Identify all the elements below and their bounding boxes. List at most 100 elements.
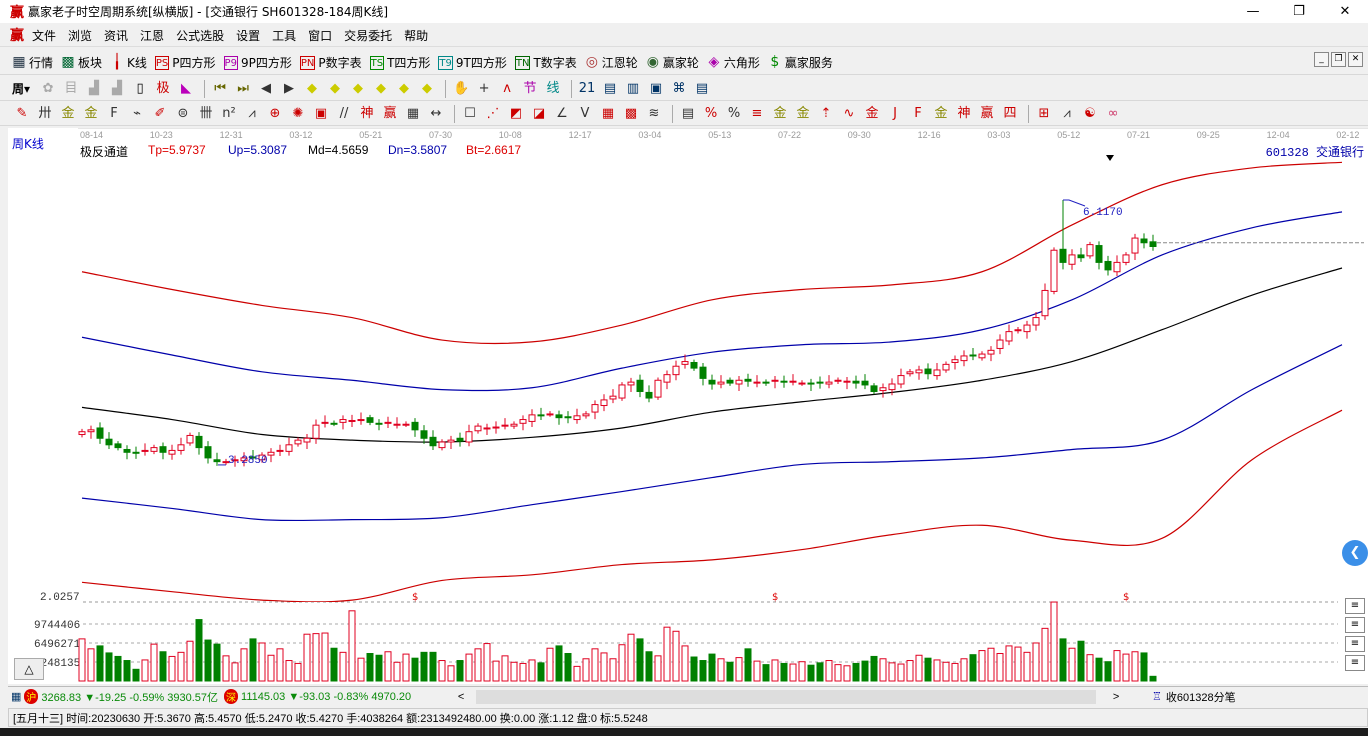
vertical-icon[interactable]: ◆ [417, 79, 437, 99]
scroll-left-button[interactable]: < [446, 691, 476, 703]
gold-angle-icon[interactable]: 金 [931, 104, 951, 124]
scroll-right-button[interactable]: > [1096, 691, 1136, 703]
grid-yellow-icon[interactable]: ⊞ [1034, 104, 1054, 124]
spiral-icon[interactable]: ⌁ [127, 104, 147, 124]
strokes-icon[interactable]: 线 [543, 79, 563, 99]
grid3-icon[interactable]: ▩ [621, 104, 641, 124]
toolbar-button-1[interactable]: ▩ 板块 [61, 54, 102, 71]
target-icon[interactable]: ⊕ [265, 104, 285, 124]
first-icon[interactable]: ⏮ [210, 79, 230, 99]
percent-lines-icon[interactable]: ≡ [747, 104, 767, 124]
fan-box-icon[interactable]: ◩ [506, 104, 526, 124]
expand-side-panel-button[interactable]: ❮ [1342, 540, 1368, 566]
formula-icon[interactable]: ✿ [38, 79, 58, 99]
zoom-out-icon[interactable]: ◆ [371, 79, 391, 99]
percent-fan-icon[interactable]: % [701, 104, 721, 124]
parallel-icon[interactable]: ≋ [644, 104, 664, 124]
color-fan-icon[interactable]: ◣ [176, 79, 196, 99]
gold-box-icon[interactable]: 金 [862, 104, 882, 124]
chart3-icon[interactable]: ▟ [84, 79, 104, 99]
burst-icon[interactable]: ✺ [288, 104, 308, 124]
grid-icon[interactable]: ▦ [403, 104, 423, 124]
yinyang-icon[interactable]: ☯ [1080, 104, 1100, 124]
chart9-icon[interactable]: ▟ [107, 79, 127, 99]
node-icon[interactable]: 节 [520, 79, 540, 99]
menu-5[interactable]: 设置 [230, 27, 266, 44]
f-angle-icon[interactable]: F [908, 104, 928, 124]
bars-icon[interactable]: 卌 [196, 104, 216, 124]
span-icon[interactable]: ↔ [426, 104, 446, 124]
report-icon[interactable]: ▥ [623, 79, 643, 99]
close-button[interactable]: ✕ [1322, 0, 1368, 23]
horizontal-scrollbar[interactable] [476, 689, 1097, 704]
tick-detail-label[interactable]: 收601328分笔 [1166, 689, 1236, 705]
chart-area[interactable]: 08-14 10-23 12-31 03-12 05-21 07-30 10-08 12-17… [8, 127, 1368, 684]
box-icon[interactable]: ▣ [311, 104, 331, 124]
save-icon[interactable]: ▣ [646, 79, 666, 99]
quote-list-icon[interactable]: ▦ [11, 690, 21, 703]
next-icon[interactable]: ▶ [279, 79, 299, 99]
sh-index[interactable]: 3268.83 ▼-19.25 -0.59% 3930.57亿 [41, 689, 218, 705]
v-icon[interactable]: V [575, 104, 595, 124]
circle-icon[interactable]: ⊜ [173, 104, 193, 124]
menu-7[interactable]: 窗口 [302, 27, 338, 44]
last-icon[interactable]: ⏭ [233, 79, 253, 99]
calendar-icon[interactable]: 21 [577, 79, 597, 99]
gold1-icon[interactable]: 金 [58, 104, 78, 124]
toolbar-button-3[interactable]: PS P四方形 [154, 54, 216, 71]
toolbar-button-9[interactable]: ◎ 江恩轮 [585, 54, 638, 71]
minimize-button[interactable]: — [1230, 0, 1276, 23]
grid2-icon[interactable]: ▦ [598, 104, 618, 124]
table-icon[interactable]: ▤ [678, 104, 698, 124]
shen-angle-icon[interactable]: 神 [954, 104, 974, 124]
four-angle-icon[interactable]: 四 [1000, 104, 1020, 124]
fan-icon[interactable]: ⩘ [242, 104, 262, 124]
sz-index[interactable]: 11145.03 ▼-93.03 -0.83% 4970.20 [241, 691, 446, 703]
expand-icon[interactable]: ◆ [394, 79, 414, 99]
wave-icon[interactable]: ʌ [497, 79, 517, 99]
pen-icon[interactable]: ✎ [12, 104, 32, 124]
print-icon[interactable]: ▤ [692, 79, 712, 99]
panel-menu-icon[interactable]: ≡ [1345, 636, 1365, 652]
gold-circle-icon[interactable]: 金 [770, 104, 790, 124]
rays-icon[interactable]: ⋰ [483, 104, 503, 124]
gold2-icon[interactable]: 金 [81, 104, 101, 124]
f-icon[interactable]: F [104, 104, 124, 124]
network-icon[interactable]: ⌘ [669, 79, 689, 99]
rect-icon[interactable]: ☐ [460, 104, 480, 124]
prev-icon[interactable]: ◀ [256, 79, 276, 99]
wave-box-icon[interactable]: ∿ [839, 104, 859, 124]
panel-menu-icon[interactable]: ≡ [1345, 598, 1365, 614]
toolbar-button-4[interactable]: P9 9P四方形 [223, 54, 292, 71]
move-right-icon[interactable]: ◆ [325, 79, 345, 99]
panel-menu-icon[interactable]: ≡ [1345, 655, 1365, 671]
ying-angle-icon[interactable]: 赢 [977, 104, 997, 124]
menu-1[interactable]: 浏览 [62, 27, 98, 44]
move-left-icon[interactable]: ◆ [302, 79, 322, 99]
toolbar-button-2[interactable]: ╽ K线 [110, 54, 147, 71]
toggle-panel-button[interactable]: △ [14, 658, 44, 680]
hand-icon[interactable]: ✋ [451, 79, 471, 99]
menu-3[interactable]: 江恩 [134, 27, 170, 44]
toolbar-button-6[interactable]: TS T四方形 [369, 54, 430, 71]
toolbar-button-5[interactable]: PN P数字表 [299, 54, 362, 71]
ruler-icon[interactable]: ⇡ [816, 104, 836, 124]
slash-icon[interactable]: // [334, 104, 354, 124]
zoom-in-icon[interactable]: ◆ [348, 79, 368, 99]
hash-icon[interactable]: 卅 [35, 104, 55, 124]
menu-6[interactable]: 工具 [266, 27, 302, 44]
gold-lines-icon[interactable]: 金 [793, 104, 813, 124]
toolbar-button-12[interactable]: $ 赢家服务 [768, 54, 832, 71]
square-icon[interactable]: n² [219, 104, 239, 124]
panel-menu-icon[interactable]: ≡ [1345, 617, 1365, 633]
infinity-icon[interactable]: ∞ [1103, 104, 1123, 124]
menu-0[interactable]: 文件 [26, 27, 62, 44]
toolbar-button-0[interactable]: ▦ 行情 [12, 54, 53, 71]
shen-icon[interactable]: 神 [357, 104, 377, 124]
menu-2[interactable]: 资讯 [98, 27, 134, 44]
menu-8[interactable]: 交易委托 [338, 27, 398, 44]
toolbar-button-11[interactable]: ◈ 六角形 [707, 54, 759, 71]
period-select[interactable]: 周 ▾ [12, 80, 30, 97]
maximize-button[interactable]: ❐ [1276, 0, 1322, 23]
toolbar-button-7[interactable]: T9 9T四方形 [438, 54, 507, 71]
